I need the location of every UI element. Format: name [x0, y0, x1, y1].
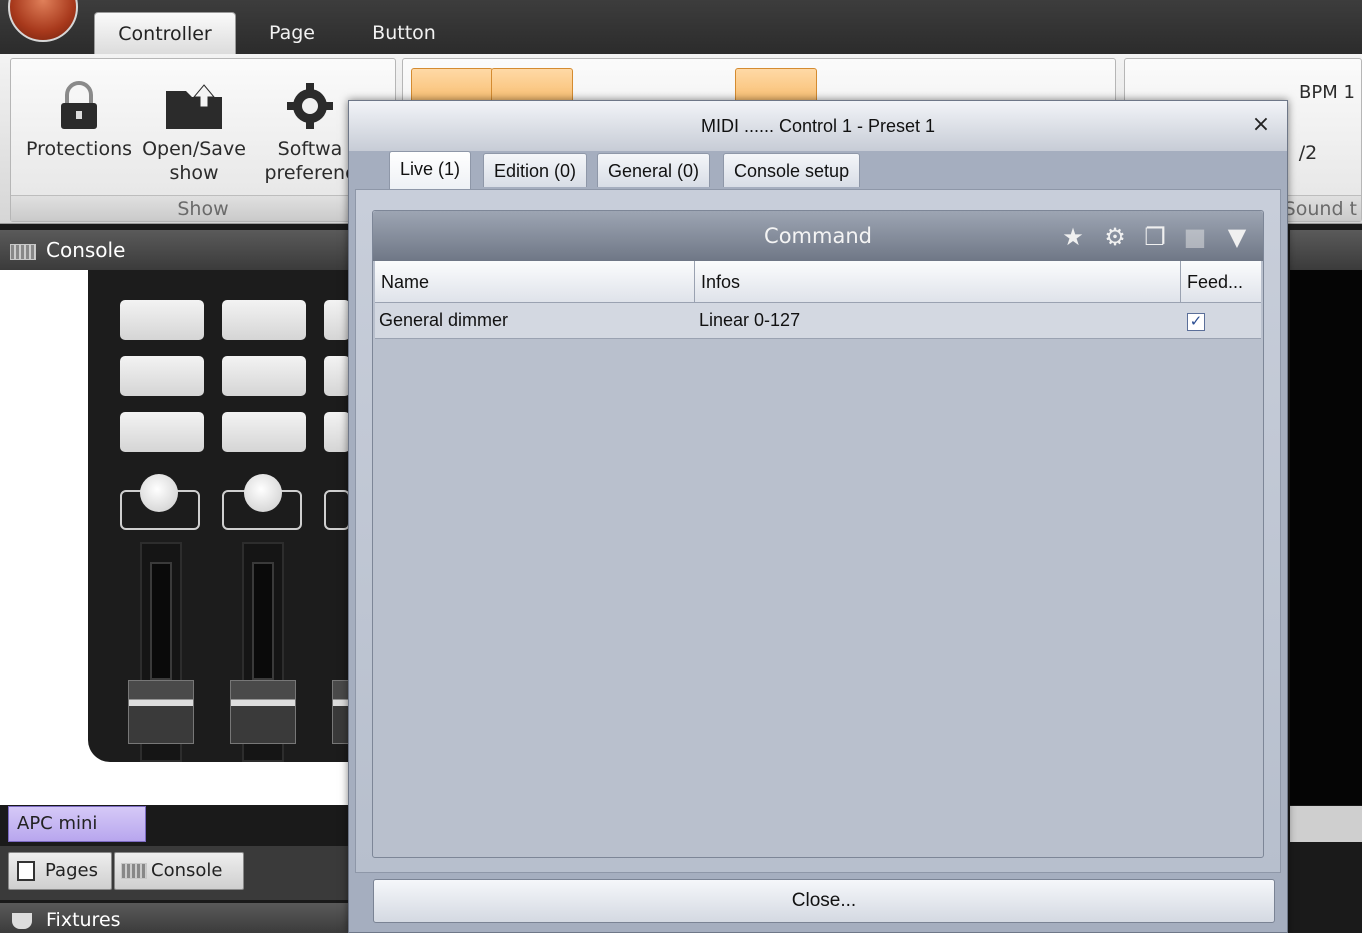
- controller-name-tab[interactable]: APC mini: [8, 806, 146, 842]
- column-header-name[interactable]: Name: [375, 261, 695, 303]
- knob-cap: [244, 474, 282, 512]
- tab-pages[interactable]: Pages: [8, 852, 112, 890]
- show-group: Protections Open/Save show Softwa prefer…: [10, 58, 396, 222]
- lock-icon: [61, 81, 97, 129]
- open-save-label-1: Open/Save: [142, 138, 246, 160]
- fader-2-handle[interactable]: [230, 680, 296, 744]
- software-label-2: preferenc: [264, 162, 356, 184]
- pad-button[interactable]: [120, 300, 204, 340]
- tab-console[interactable]: Console: [114, 852, 244, 890]
- show-group-label: Show: [11, 195, 395, 221]
- close-button[interactable]: Close...: [373, 879, 1275, 923]
- pad-button[interactable]: [120, 356, 204, 396]
- panel-title: Command: [764, 224, 872, 248]
- tab-controller[interactable]: Controller: [94, 12, 236, 54]
- command-table: Name Infos Feed... General dimmer Linear…: [375, 261, 1261, 339]
- open-save-show-button[interactable]: Open/Save show: [139, 81, 249, 185]
- table-row[interactable]: General dimmer Linear 0-127 ✓: [375, 303, 1261, 339]
- ribbon-tab-bar: Controller Page Button: [0, 0, 1362, 58]
- star-icon[interactable]: ★: [1061, 225, 1085, 249]
- feedback-checkbox[interactable]: ✓: [1187, 313, 1205, 331]
- pages-tab-label: Pages: [45, 860, 98, 881]
- knob-button[interactable]: [324, 490, 350, 530]
- open-save-label-2: show: [169, 162, 219, 184]
- console-panel-header: Console: [0, 230, 350, 270]
- gear-icon: [287, 83, 333, 129]
- tab-page[interactable]: Page: [250, 12, 334, 54]
- command-panel-header: Command ★ ⚙ ❐ ■ ▼: [373, 211, 1263, 261]
- protections-label: Protections: [25, 138, 133, 160]
- paste-icon[interactable]: ■: [1183, 225, 1207, 249]
- tab-console-setup[interactable]: Console setup: [723, 153, 861, 187]
- right-panel-header: [1290, 230, 1362, 270]
- fixtures-panel-header: Fixtures: [0, 903, 350, 933]
- pages-icon: [17, 861, 35, 881]
- tab-edition[interactable]: Edition (0): [483, 153, 588, 187]
- half-label: /2: [1298, 142, 1318, 164]
- console-title: Console: [46, 238, 126, 262]
- apc-mini-controller: [88, 270, 350, 762]
- bpm-label: BPM 1: [1299, 82, 1355, 103]
- tab-general[interactable]: General (0): [597, 153, 711, 187]
- tab-button[interactable]: Button: [356, 12, 452, 54]
- close-icon[interactable]: ×: [1249, 113, 1273, 137]
- pad-button[interactable]: [324, 412, 350, 452]
- table-header: Name Infos Feed...: [375, 261, 1261, 303]
- tab-live[interactable]: Live (1): [389, 151, 472, 189]
- pad-button[interactable]: [120, 412, 204, 452]
- fixture-icon: [12, 913, 32, 929]
- keyboard-icon: [121, 863, 147, 879]
- console-tab-label: Console: [151, 860, 223, 881]
- midi-control-dialog: MIDI ...... Control 1 - Preset 1 × Live …: [348, 100, 1288, 933]
- keyboard-icon: [10, 244, 36, 260]
- gear-icon[interactable]: ⚙: [1103, 225, 1127, 249]
- pad-button[interactable]: [222, 412, 306, 452]
- protections-button[interactable]: Protections: [19, 81, 139, 161]
- command-panel: Command ★ ⚙ ❐ ■ ▼ Name Infos Feed... Gen…: [372, 210, 1264, 858]
- software-label-1: Softwa: [277, 138, 343, 160]
- pad-button[interactable]: [324, 356, 350, 396]
- right-status-strip: [1290, 806, 1362, 842]
- fixtures-title: Fixtures: [46, 909, 121, 931]
- dialog-title-bar: MIDI ...... Control 1 - Preset 1 ×: [349, 101, 1287, 151]
- fader-1-handle[interactable]: [128, 680, 194, 744]
- row-name: General dimmer: [379, 310, 509, 330]
- fader-1-slot: [150, 562, 172, 680]
- right-preview-area: [1290, 270, 1362, 805]
- column-header-infos[interactable]: Infos: [695, 261, 1181, 303]
- dialog-body: Command ★ ⚙ ❐ ■ ▼ Name Infos Feed... Gen…: [355, 189, 1281, 873]
- row-infos: Linear 0-127: [699, 310, 801, 330]
- pad-button[interactable]: [222, 300, 306, 340]
- dialog-title: MIDI ...... Control 1 - Preset 1: [700, 116, 936, 136]
- folder-upload-icon: [166, 84, 222, 129]
- delete-icon[interactable]: ▼: [1225, 225, 1249, 249]
- column-header-feedback[interactable]: Feed...: [1181, 261, 1261, 303]
- knob-cap: [140, 474, 178, 512]
- dialog-tabs: Live (1) Edition (0) General (0) Console…: [349, 151, 1287, 191]
- app-menu-button[interactable]: [8, 0, 78, 42]
- pad-button[interactable]: [222, 356, 306, 396]
- pad-button[interactable]: [324, 300, 350, 340]
- fader-2-slot: [252, 562, 274, 680]
- copy-icon[interactable]: ❐: [1143, 225, 1167, 249]
